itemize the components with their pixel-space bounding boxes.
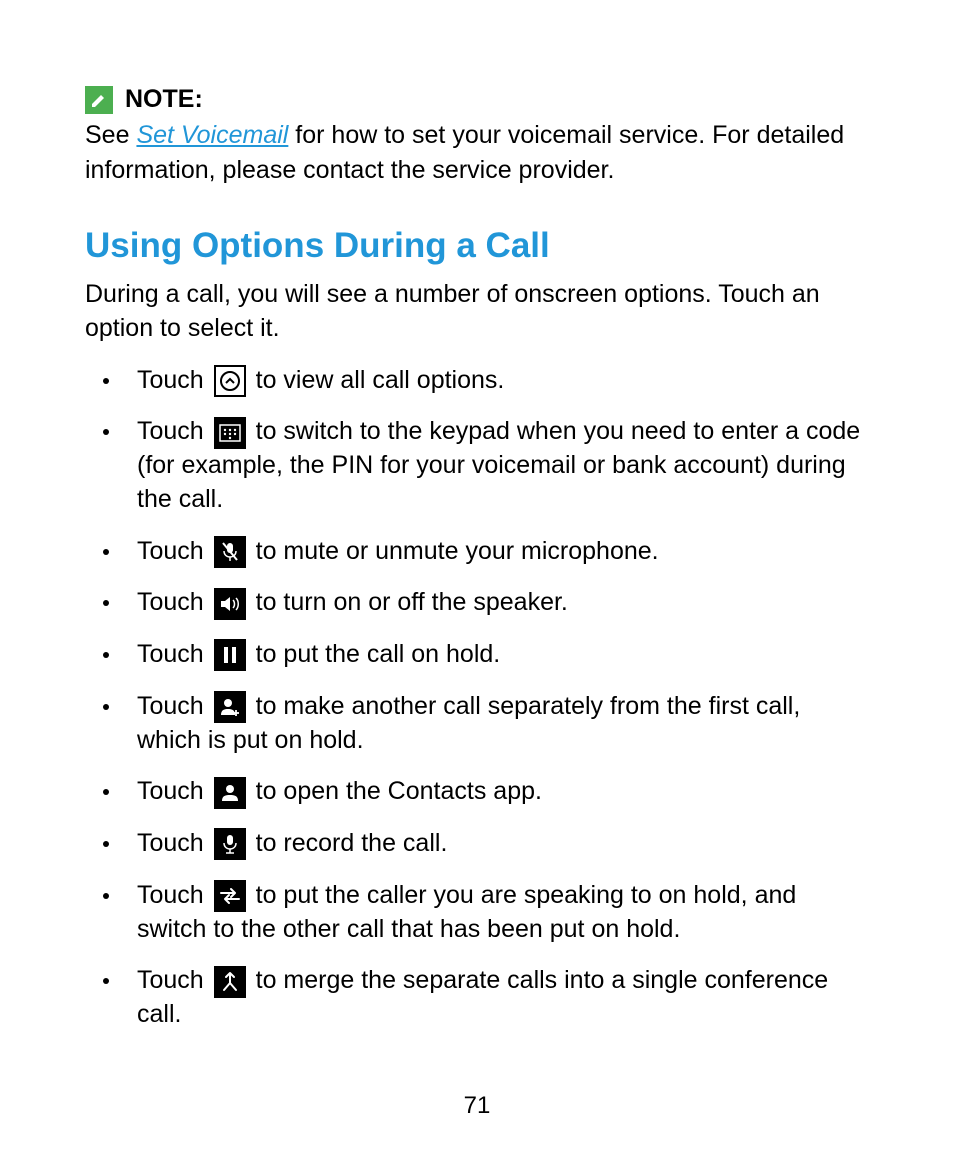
item-suffix: to put the call on hold. (256, 640, 501, 668)
hold-icon (214, 639, 246, 671)
item-prefix: Touch (137, 640, 211, 668)
list-item: Touch to record the call. (85, 827, 869, 861)
contacts-icon (214, 777, 246, 809)
add-call-icon (214, 691, 246, 723)
note-text: See Set Voicemail for how to set your vo… (85, 118, 869, 188)
item-prefix: Touch (137, 588, 211, 616)
keypad-icon (214, 417, 246, 449)
mute-mic-icon (214, 536, 246, 568)
pencil-note-icon (85, 86, 113, 114)
item-suffix: to record the call. (256, 829, 448, 857)
item-suffix: to open the Contacts app. (256, 777, 542, 805)
page-heading: Using Options During a Call (85, 226, 869, 266)
bullet-icon (103, 429, 109, 435)
options-list: Touch to view all call options. Touch to… (85, 364, 869, 1032)
item-prefix: Touch (137, 537, 211, 565)
list-item: Touch to switch to the keypad when you n… (85, 415, 869, 516)
bullet-icon (103, 652, 109, 658)
item-prefix: Touch (137, 966, 211, 994)
list-item: Touch to view all call options. (85, 364, 869, 398)
list-item: Touch to open the Contacts app. (85, 775, 869, 809)
expand-up-icon (214, 365, 246, 397)
item-prefix: Touch (137, 829, 211, 857)
note-label: NOTE: (125, 85, 203, 114)
speaker-icon (214, 588, 246, 620)
list-item: Touch to turn on or off the speaker. (85, 586, 869, 620)
item-prefix: Touch (137, 777, 211, 805)
bullet-icon (103, 704, 109, 710)
list-item: Touch to merge the separate calls into a… (85, 964, 869, 1032)
item-prefix: Touch (137, 881, 211, 909)
record-mic-icon (214, 828, 246, 860)
bullet-icon (103, 789, 109, 795)
page-number: 71 (464, 1092, 491, 1120)
merge-call-icon (214, 966, 246, 998)
note-header: NOTE: (85, 85, 869, 114)
intro-text: During a call, you will see a number of … (85, 278, 869, 346)
set-voicemail-link[interactable]: Set Voicemail (136, 121, 288, 149)
bullet-icon (103, 600, 109, 606)
list-item: Touch to put the call on hold. (85, 638, 869, 672)
note-text-before: See (85, 121, 136, 149)
item-prefix: Touch (137, 366, 211, 394)
bullet-icon (103, 978, 109, 984)
item-suffix: to turn on or off the speaker. (256, 588, 568, 616)
bullet-icon (103, 378, 109, 384)
bullet-icon (103, 893, 109, 899)
list-item: Touch to make another call separately fr… (85, 690, 869, 758)
bullet-icon (103, 549, 109, 555)
item-prefix: Touch (137, 692, 211, 720)
list-item: Touch to put the caller you are speaking… (85, 879, 869, 947)
list-item: Touch to mute or unmute your microphone. (85, 535, 869, 569)
bullet-icon (103, 841, 109, 847)
swap-call-icon (214, 880, 246, 912)
item-suffix: to view all call options. (256, 366, 505, 394)
item-suffix: to mute or unmute your microphone. (256, 537, 659, 565)
item-prefix: Touch (137, 417, 211, 445)
